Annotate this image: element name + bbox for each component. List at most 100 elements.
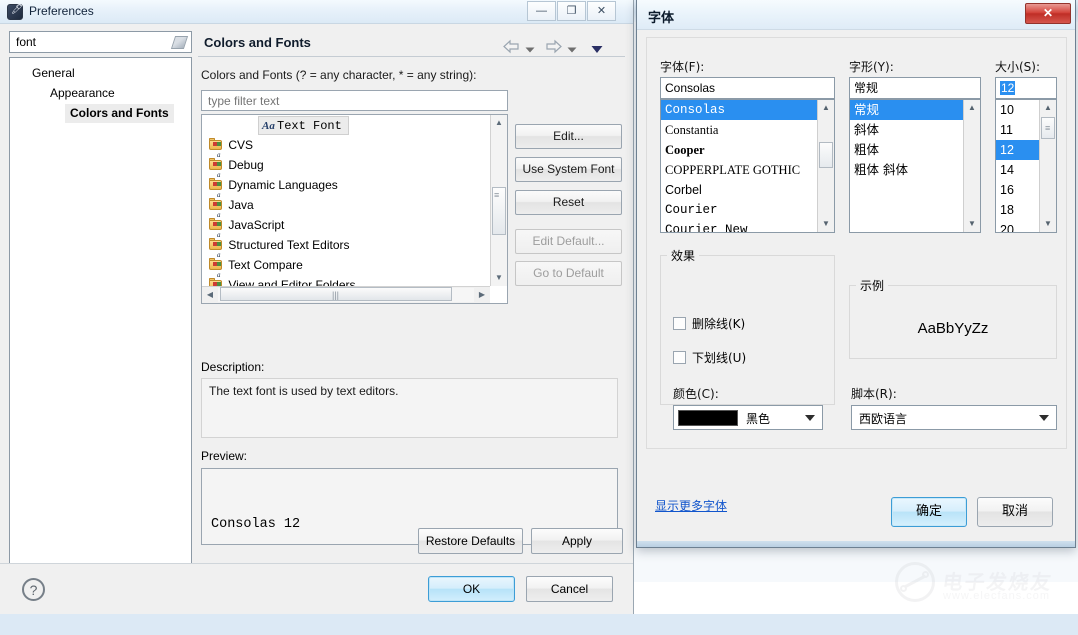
show-more-fonts-link[interactable]: 显示更多字体 bbox=[655, 497, 727, 514]
colors-fonts-filter-input[interactable] bbox=[206, 93, 502, 108]
font-family-option[interactable]: COPPERPLATE GOTHIC bbox=[661, 160, 834, 180]
back-history-chevron-down-icon[interactable] bbox=[525, 43, 535, 53]
preferences-tree[interactable]: General Appearance Colors and Fonts bbox=[9, 57, 192, 565]
font-family-option[interactable]: Courier New bbox=[661, 220, 834, 232]
strikeout-label: 删除线(K) bbox=[692, 317, 746, 331]
font-dialog-cancel-button[interactable]: 取消 bbox=[977, 497, 1053, 527]
list-item-text-font[interactable]: Aa Text Font bbox=[258, 116, 349, 135]
font-family-label: 字体(F): bbox=[660, 60, 705, 74]
list-vertical-scrollbar[interactable]: ▲ ≡ ▼ bbox=[490, 115, 507, 286]
font-style-scrollbar[interactable]: ▲ ▼ bbox=[963, 100, 980, 232]
minimize-button[interactable]: — bbox=[527, 1, 556, 21]
apply-button[interactable]: Apply bbox=[531, 528, 623, 554]
scroll-up-icon[interactable]: ▲ bbox=[1040, 100, 1056, 116]
forward-arrow-icon[interactable] bbox=[545, 39, 562, 54]
color-value: 黑色 bbox=[746, 412, 771, 426]
help-question-icon[interactable]: ? bbox=[22, 578, 45, 601]
list-item[interactable]: a Dynamic Languages bbox=[202, 175, 490, 199]
list-item-label: CVS bbox=[228, 138, 254, 152]
scroll-down-icon[interactable]: ▼ bbox=[964, 216, 980, 232]
sample-text: AaBbYyZz bbox=[917, 320, 989, 337]
folder-icon: a bbox=[208, 218, 225, 239]
font-family-option[interactable]: Courier bbox=[661, 200, 834, 220]
tree-item-general[interactable]: General bbox=[32, 64, 75, 83]
script-combobox[interactable]: 西欧语言 bbox=[851, 405, 1057, 430]
scroll-right-icon[interactable]: ▶ bbox=[474, 287, 490, 303]
font-style-list[interactable]: 常规 斜体 粗体 粗体 斜体 ▲ ▼ bbox=[849, 99, 981, 233]
ok-button[interactable]: OK bbox=[428, 576, 515, 602]
font-style-input[interactable]: 常规 bbox=[849, 77, 981, 99]
font-dialog-ok-button[interactable]: 确定 bbox=[891, 497, 967, 527]
list-horizontal-scrollbar[interactable]: ◀ ||| ▶ bbox=[202, 286, 490, 303]
list-viewport[interactable]: Aa Text Font a CVS a Debug a Dynamic Lang… bbox=[202, 115, 490, 286]
scroll-up-icon[interactable]: ▲ bbox=[818, 100, 834, 116]
list-item[interactable]: a JavaScript bbox=[202, 215, 490, 239]
font-family-option[interactable]: Constantia bbox=[661, 120, 834, 140]
scroll-thumb[interactable]: ≡ bbox=[492, 187, 506, 235]
scroll-up-icon[interactable]: ▲ bbox=[491, 115, 507, 131]
strikeout-checkbox[interactable] bbox=[673, 317, 686, 330]
underline-checkbox[interactable] bbox=[673, 351, 686, 364]
font-dialog-title: 字体 bbox=[648, 11, 675, 26]
scroll-down-icon[interactable]: ▼ bbox=[818, 216, 834, 232]
color-combobox[interactable]: 黑色 bbox=[673, 405, 823, 430]
font-family-input[interactable]: Consolas bbox=[660, 77, 835, 99]
folder-icon: a bbox=[208, 278, 225, 286]
chevron-down-icon[interactable] bbox=[1039, 415, 1049, 421]
maximize-button[interactable]: ❐ bbox=[557, 1, 586, 21]
preferences-filter-box[interactable] bbox=[9, 31, 192, 53]
scroll-thumb[interactable] bbox=[819, 142, 833, 168]
chevron-down-icon[interactable] bbox=[805, 415, 815, 421]
list-item[interactable]: a Structured Text Editors bbox=[202, 235, 490, 259]
close-icon[interactable]: ✕ bbox=[1025, 3, 1071, 24]
scroll-thumb[interactable]: ||| bbox=[220, 287, 452, 301]
script-label: 脚本(R): bbox=[851, 387, 897, 401]
font-style-option[interactable]: 粗体 bbox=[850, 140, 980, 160]
back-arrow-icon[interactable] bbox=[503, 39, 520, 54]
list-item[interactable]: a Debug bbox=[202, 155, 490, 179]
cancel-button[interactable]: Cancel bbox=[526, 576, 613, 602]
font-family-option[interactable]: Cooper bbox=[661, 140, 834, 160]
scroll-down-icon[interactable]: ▼ bbox=[491, 270, 507, 286]
font-family-option[interactable]: Consolas bbox=[661, 100, 834, 120]
font-family-option[interactable]: Corbel bbox=[661, 180, 834, 200]
colors-and-fonts-list[interactable]: Aa Text Font a CVS a Debug a Dynamic Lang… bbox=[201, 114, 508, 304]
font-style-option[interactable]: 常规 bbox=[850, 100, 980, 120]
forward-history-chevron-down-icon[interactable] bbox=[567, 43, 577, 53]
font-size-input[interactable]: 12 bbox=[995, 77, 1057, 99]
folder-icon: a bbox=[208, 238, 225, 259]
sample-legend: 示例 bbox=[860, 279, 885, 293]
scroll-left-icon[interactable]: ◀ bbox=[202, 287, 218, 303]
folder-icon: a bbox=[208, 138, 225, 159]
restore-defaults-button[interactable]: Restore Defaults bbox=[418, 528, 523, 554]
scroll-up-icon[interactable]: ▲ bbox=[964, 100, 980, 116]
reset-button[interactable]: Reset bbox=[515, 190, 622, 215]
list-item[interactable]: a CVS bbox=[202, 135, 490, 159]
edit-button[interactable]: Edit... bbox=[515, 124, 622, 149]
scroll-thumb[interactable]: ≡ bbox=[1041, 117, 1055, 139]
close-button[interactable]: ✕ bbox=[587, 1, 616, 21]
font-style-option[interactable]: 粗体 斜体 bbox=[850, 160, 980, 180]
use-system-font-button[interactable]: Use System Font bbox=[515, 157, 622, 182]
font-style-option[interactable]: 斜体 bbox=[850, 120, 980, 140]
preferences-filter-input[interactable] bbox=[14, 34, 164, 50]
strikeout-checkbox-row[interactable]: 删除线(K) bbox=[673, 315, 745, 332]
tree-item-colors-and-fonts[interactable]: Colors and Fonts bbox=[65, 104, 174, 123]
colors-fonts-filter-box[interactable] bbox=[201, 90, 508, 111]
font-family-scrollbar[interactable]: ▲ ▼ bbox=[817, 100, 834, 232]
list-item[interactable]: a View and Editor Folders bbox=[202, 275, 490, 286]
scroll-down-icon[interactable]: ▼ bbox=[1040, 216, 1056, 232]
font-size-scrollbar[interactable]: ▲ ≡ ▼ bbox=[1039, 100, 1056, 232]
list-item[interactable]: a Java bbox=[202, 195, 490, 219]
aa-font-icon: Aa bbox=[262, 120, 275, 132]
font-family-list[interactable]: Consolas Constantia Cooper COPPERPLATE G… bbox=[660, 99, 835, 233]
list-item[interactable]: Aa Text Font bbox=[202, 115, 490, 135]
list-item-label: JavaScript bbox=[228, 218, 285, 232]
view-menu-chevron-down-icon[interactable] bbox=[591, 43, 603, 53]
font-size-list[interactable]: 10 11 12 14 16 18 20 ▲ ≡ ▼ bbox=[995, 99, 1057, 233]
eraser-icon[interactable] bbox=[170, 36, 189, 49]
list-item[interactable]: a Text Compare bbox=[202, 255, 490, 279]
list-item-label: Structured Text Editors bbox=[228, 238, 350, 252]
underline-checkbox-row[interactable]: 下划线(U) bbox=[673, 349, 746, 366]
tree-item-appearance[interactable]: Appearance bbox=[50, 84, 115, 103]
